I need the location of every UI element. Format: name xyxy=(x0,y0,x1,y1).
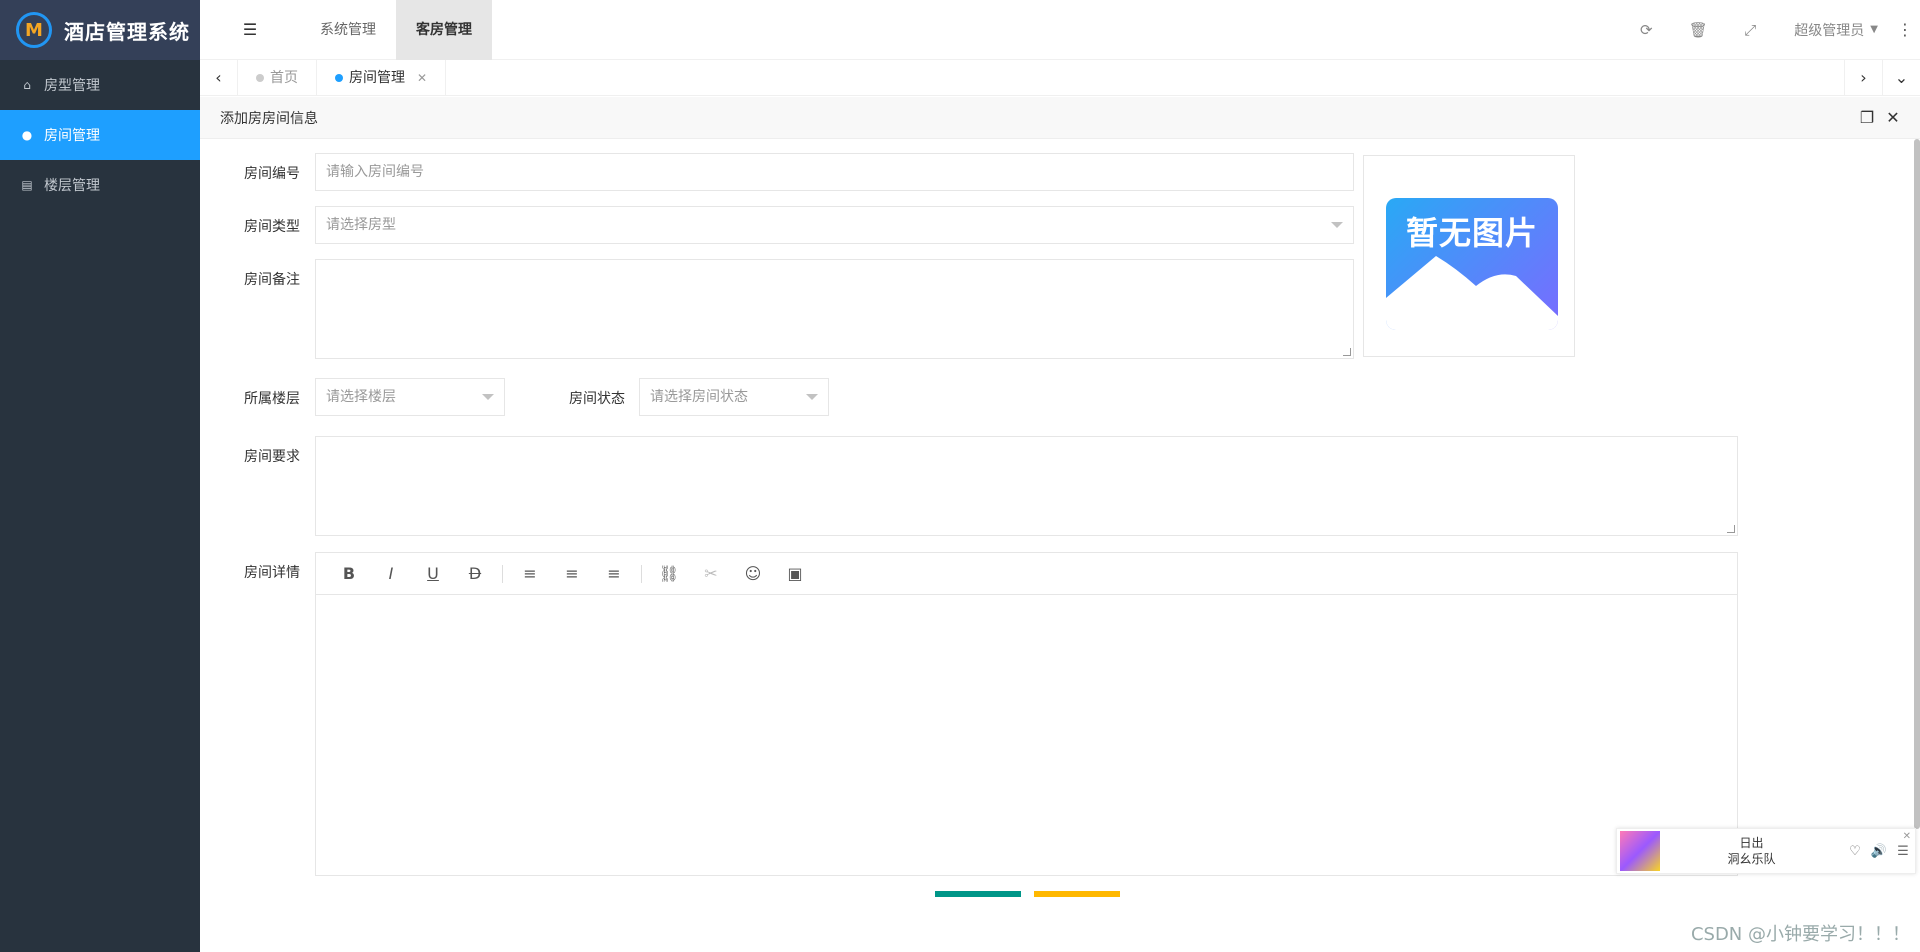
status-value: 请选择房间状态 xyxy=(650,389,748,405)
align-center-icon[interactable]: ≡ xyxy=(551,564,593,583)
sidebar-item-label: 房型管理 xyxy=(44,78,100,94)
playlist-icon[interactable]: ☰ xyxy=(1891,844,1915,859)
close-icon[interactable]: ✕ xyxy=(1880,108,1906,127)
resize-handle-icon[interactable] xyxy=(1727,525,1735,533)
tab-system[interactable]: 系统管理 xyxy=(300,0,396,60)
chevron-left-icon[interactable]: ‹ xyxy=(200,59,238,96)
logo[interactable]: M 酒店管理系统 xyxy=(0,0,200,60)
strikethrough-icon[interactable]: D xyxy=(454,564,496,583)
song-artist: 洞幺乐队 xyxy=(1727,852,1776,866)
status-select[interactable]: 请选择房间状态 xyxy=(639,378,829,416)
align-left-icon[interactable]: ≡ xyxy=(509,564,551,583)
room-no-label: 房间编号 xyxy=(244,166,300,182)
heart-icon[interactable]: ♡ xyxy=(1843,844,1867,859)
reset-button[interactable] xyxy=(1034,891,1120,897)
caret-down-icon: ▼ xyxy=(1870,24,1878,35)
status-label: 房间状态 xyxy=(569,391,625,407)
editor-toolbar: B I U D ≡ ≡ ≡ ⛓ ✂ ☺ ▣ xyxy=(316,553,1737,595)
bold-icon[interactable]: B xyxy=(328,564,370,583)
floor-value: 请选择楼层 xyxy=(326,389,396,405)
remark-label: 房间备注 xyxy=(244,272,300,288)
align-right-icon[interactable]: ≡ xyxy=(593,564,635,583)
scrollbar[interactable] xyxy=(1914,139,1920,829)
tab-dot xyxy=(256,73,264,82)
rich-text-editor[interactable]: B I U D ≡ ≡ ≡ ⛓ ✂ ☺ ▣ xyxy=(315,552,1738,876)
music-player: 日出 洞幺乐队 ♡ 🔊 ☰ ✕ xyxy=(1616,828,1916,874)
home-icon: ⌂ xyxy=(23,78,31,92)
menu-toggle-icon[interactable]: ☰ xyxy=(200,20,300,39)
page-tab-label: 首页 xyxy=(270,69,298,86)
song-info: 日出 洞幺乐队 xyxy=(1660,835,1843,867)
underline-icon[interactable]: U xyxy=(412,564,454,583)
image-icon[interactable]: ▣ xyxy=(774,564,816,583)
page-tab-home[interactable]: 首页 xyxy=(238,59,317,96)
toolbar-separator xyxy=(641,564,642,583)
sidebar: M 酒店管理系统 ⌂ 房型管理 ● 房间管理 ▤ 楼层管理 xyxy=(0,0,200,952)
select-arrow-icon xyxy=(1331,222,1343,228)
fullscreen-icon[interactable]: ⤢ xyxy=(1724,21,1776,39)
sidebar-item-rooms[interactable]: ● 房间管理 xyxy=(0,110,200,160)
unlink-icon[interactable]: ✂ xyxy=(690,564,732,583)
more-icon[interactable]: ⋮ xyxy=(1890,20,1920,39)
floor-select[interactable]: 请选择楼层 xyxy=(315,378,505,416)
top-header: ☰ 系统管理 客房管理 ⟳ 🗑 ⤢ 超级管理员 ▼ ⋮ xyxy=(200,0,1920,60)
watermark: CSDN @小钟要学习！！！ xyxy=(1690,924,1910,945)
maximize-icon[interactable]: ❐ xyxy=(1854,108,1880,127)
room-type-value: 请选择房型 xyxy=(326,217,396,233)
volume-icon[interactable]: 🔊 xyxy=(1867,844,1891,859)
no-image-placeholder: 暂无图片 xyxy=(1386,198,1558,330)
album-cover[interactable] xyxy=(1620,831,1660,871)
chevron-right-icon[interactable]: › xyxy=(1844,59,1882,96)
users-icon: ● xyxy=(21,128,33,142)
submit-button[interactable] xyxy=(935,891,1021,897)
room-type-select[interactable]: 请选择房型 xyxy=(315,206,1354,244)
detail-label: 房间详情 xyxy=(244,565,300,581)
room-type-label: 房间类型 xyxy=(244,219,300,235)
page-tabs-bar: ‹ 首页 房间管理 ✕ › ⌄ xyxy=(200,59,1920,96)
floor-label: 所属楼层 xyxy=(244,391,300,407)
app-title: 酒店管理系统 xyxy=(64,19,190,44)
link-icon[interactable]: ⛓ xyxy=(648,564,690,583)
user-name: 超级管理员 xyxy=(1794,22,1865,39)
dialog-title: 添加房房间信息 xyxy=(220,110,318,127)
resize-handle-icon[interactable] xyxy=(1343,348,1351,356)
require-label: 房间要求 xyxy=(244,449,300,465)
refresh-icon[interactable]: ⟳ xyxy=(1620,21,1672,39)
page-tab-rooms[interactable]: 房间管理 ✕ xyxy=(317,59,447,96)
user-menu[interactable]: 超级管理员 ▼ xyxy=(1776,20,1890,40)
tab-rooms[interactable]: 客房管理 xyxy=(396,0,492,60)
sidebar-item-floors[interactable]: ▤ 楼层管理 xyxy=(0,160,200,210)
logo-icon: M xyxy=(16,12,52,48)
building-icon: ▤ xyxy=(21,178,33,192)
emoji-icon[interactable]: ☺ xyxy=(732,564,774,583)
toolbar-separator xyxy=(502,564,503,583)
require-textarea[interactable] xyxy=(315,436,1738,536)
dialog-header: 添加房房间信息 ❐ ✕ xyxy=(200,97,1920,139)
sidebar-item-label: 楼层管理 xyxy=(44,178,100,194)
tab-dot xyxy=(335,73,343,82)
room-no-input[interactable]: 请输入房间编号 xyxy=(315,153,1354,191)
close-icon[interactable]: ✕ xyxy=(417,60,427,96)
image-preview[interactable]: 暂无图片 xyxy=(1363,155,1575,357)
italic-icon[interactable]: I xyxy=(370,564,412,583)
trash-icon[interactable]: 🗑 xyxy=(1672,21,1724,39)
close-icon[interactable]: ✕ xyxy=(1903,831,1911,842)
sidebar-item-room-type[interactable]: ⌂ 房型管理 xyxy=(0,60,200,110)
mountain-icon xyxy=(1386,256,1558,330)
select-arrow-icon xyxy=(482,394,494,400)
sidebar-item-label: 房间管理 xyxy=(44,128,100,144)
chevron-down-icon[interactable]: ⌄ xyxy=(1882,59,1920,96)
song-title: 日出 xyxy=(1739,836,1764,850)
select-arrow-icon xyxy=(806,394,818,400)
page-tab-label: 房间管理 xyxy=(349,69,405,86)
remark-textarea[interactable] xyxy=(315,259,1354,359)
